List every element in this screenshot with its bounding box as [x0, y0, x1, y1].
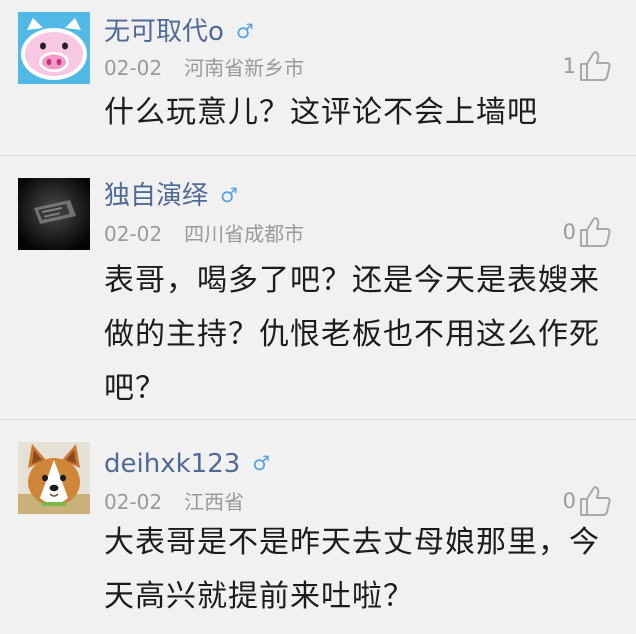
dark-photo-avatar-icon	[18, 178, 90, 250]
thumbs-up-icon	[580, 486, 611, 516]
comment-location: 江西省	[184, 490, 245, 514]
username[interactable]: 独自演绎 ♂	[104, 180, 238, 211]
user-avatar[interactable]	[18, 12, 90, 84]
male-gender-icon: ♂	[220, 183, 238, 207]
user-avatar[interactable]	[18, 442, 90, 514]
corgi-dog-avatar-icon	[18, 442, 90, 514]
like-button[interactable]: 0	[563, 214, 612, 250]
male-gender-icon: ♂	[252, 451, 271, 475]
comment-item: 无可取代o ♂ 02-02 河南省新乡市 1 什么玩意儿？这评论不会上墙吧	[0, 0, 636, 156]
like-count: 1	[562, 54, 576, 78]
like-count: 0	[562, 489, 576, 513]
comment-date: 02-02	[104, 222, 163, 246]
male-gender-icon: ♂	[235, 19, 254, 43]
username-text[interactable]: deihxk123	[104, 449, 240, 479]
comment-date: 02-02	[104, 56, 163, 80]
comment-location: 四川省成都市	[184, 222, 305, 246]
comment-text: 表哥，喝多了吧？还是今天是表嫂来做的主持？仇恨老板也不用这么作死吧？	[104, 263, 600, 406]
thumbs-up-icon	[580, 51, 611, 81]
comment-item: deihxk123 ♂ 02-02 江西省 0 大表哥是不是昨天去丈母娘那里，今天高…	[0, 420, 636, 634]
username[interactable]: 无可取代o ♂	[104, 16, 254, 47]
username[interactable]: deihxk123 ♂	[104, 448, 270, 479]
username-text[interactable]: 无可取代o	[104, 17, 224, 47]
like-button[interactable]: 0	[563, 483, 612, 519]
comment-item: 独自演绎 ♂ 02-02 四川省成都市 0 表哥，喝多了吧？还是今天是表嫂来做的主持…	[0, 156, 636, 420]
like-button[interactable]: 1	[563, 48, 612, 84]
comment-text: 大表哥是不是昨天去丈母娘那里，今天高兴就提前来吐啦？	[104, 525, 600, 614]
username-text[interactable]: 独自演绎	[104, 181, 208, 211]
comment-meta: 02-02 四川省成都市	[104, 222, 304, 246]
comment-date: 02-02	[104, 490, 163, 514]
thumbs-up-icon	[580, 217, 611, 247]
like-count: 0	[562, 220, 576, 244]
pink-pig-avatar-icon	[18, 12, 90, 84]
user-avatar[interactable]	[18, 178, 90, 250]
comment-meta: 02-02 江西省	[104, 490, 244, 514]
comment-text: 什么玩意儿？这评论不会上墙吧	[104, 95, 538, 130]
comment-location: 河南省新乡市	[184, 56, 305, 80]
comment-meta: 02-02 河南省新乡市	[104, 56, 304, 80]
